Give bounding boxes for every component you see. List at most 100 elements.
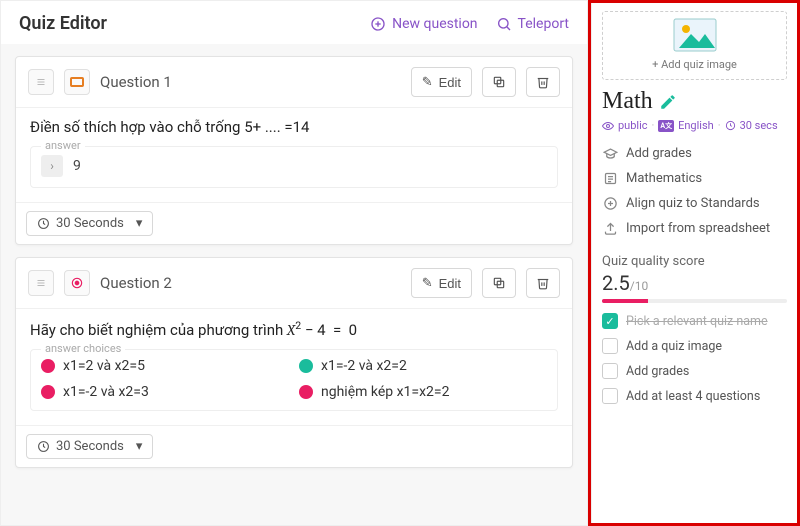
subject-button[interactable]: Mathematics: [602, 171, 787, 186]
main-panel: Quiz Editor New question Teleport Questi…: [0, 0, 588, 526]
timer-select[interactable]: 30 Seconds ▾: [26, 211, 153, 236]
choice-dot-icon: [299, 359, 313, 373]
clock-icon: [37, 440, 50, 453]
choice-text: nghiệm kép x1=x2=2: [321, 384, 449, 400]
trash-icon: [536, 276, 550, 290]
side-item-label: Import from spreadsheet: [626, 221, 770, 236]
edit-button[interactable]: ✎ Edit: [411, 268, 472, 298]
timer-row: 30 Seconds ▾: [16, 425, 572, 467]
choice-item: nghiệm kép x1=x2=2: [299, 384, 547, 400]
duplicate-button[interactable]: [482, 268, 516, 298]
choices-grid: x1=2 và x2=5 x1=-2 và x2=2 x1=-2 và x2=3…: [41, 358, 547, 400]
check-item: Add a quiz image: [602, 338, 787, 354]
question-card: Question 1 ✎ Edit Điền số thích hợp vào …: [15, 56, 573, 245]
eye-icon: [602, 120, 614, 132]
new-question-button[interactable]: New question: [370, 16, 477, 32]
choice-dot-icon: [41, 359, 55, 373]
timer-label: 30 Seconds: [56, 216, 124, 231]
side-item-label: Align quiz to Standards: [626, 196, 760, 211]
check-label: Add at least 4 questions: [626, 389, 760, 404]
question-card-header: Question 2 ✎ Edit: [16, 258, 572, 309]
answer-box: answer › 9: [30, 146, 558, 188]
drag-handle-icon[interactable]: [28, 270, 54, 296]
search-icon: [496, 16, 512, 32]
check-item: ✓ Pick a relevant quiz name: [602, 313, 787, 329]
choice-dot-icon: [299, 385, 313, 399]
list-icon: [602, 171, 618, 186]
meta-visibility[interactable]: public: [618, 119, 648, 132]
trash-icon: [536, 75, 550, 89]
add-quiz-image-label: + Add quiz image: [603, 58, 786, 71]
align-standards-button[interactable]: Align quiz to Standards: [602, 196, 787, 211]
answer-choices-box: answer choices x1=2 và x2=5 x1=-2 và x2=…: [30, 349, 558, 411]
plus-circle-icon: [370, 16, 386, 32]
duplicate-button[interactable]: [482, 67, 516, 97]
side-actions: Add grades Mathematics Align quiz to Sta…: [602, 146, 787, 236]
side-panel: + Add quiz image Math public · A文 Englis…: [588, 0, 800, 526]
edit-label: Edit: [439, 75, 461, 90]
checkbox-icon[interactable]: [602, 363, 618, 379]
choice-text: x1=-2 và x2=2: [321, 358, 407, 374]
timer-select[interactable]: 30 Seconds ▾: [26, 434, 153, 459]
meta-duration[interactable]: 30 secs: [740, 119, 778, 132]
check-label: Add a quiz image: [626, 339, 722, 354]
choice-text: x1=-2 và x2=3: [63, 384, 149, 400]
checkbox-icon[interactable]: [602, 388, 618, 404]
check-label: Add grades: [626, 364, 689, 379]
quality-score: 2.5/10: [602, 271, 787, 295]
question-title: Question 1: [100, 73, 401, 91]
teleport-label: Teleport: [518, 16, 569, 32]
choice-item: x1=2 và x2=5: [41, 358, 289, 374]
question-prompt: Hãy cho biết nghiệm của phương trình X2 …: [30, 319, 558, 339]
drag-handle-icon[interactable]: [28, 69, 54, 95]
upload-icon: [602, 221, 618, 236]
caret-down-icon: ▾: [136, 216, 143, 231]
quiz-meta: public · A文 English · 30 secs: [602, 119, 787, 132]
answer-legend: answer: [41, 139, 85, 152]
quality-bar-fill: [602, 299, 648, 303]
side-item-label: Add grades: [626, 146, 692, 161]
timer-label: 30 Seconds: [56, 439, 124, 454]
answer-row: › 9: [41, 155, 547, 177]
choices-legend: answer choices: [41, 342, 125, 355]
question-prompt: Điền số thích hợp vào chỗ trống 5+ .... …: [30, 118, 558, 136]
answer-value: 9: [73, 158, 81, 174]
delete-button[interactable]: [526, 268, 560, 298]
edit-quiz-name-button[interactable]: [659, 93, 677, 111]
choice-dot-icon: [41, 385, 55, 399]
quality-checklist: ✓ Pick a relevant quiz name Add a quiz i…: [602, 313, 787, 404]
question-type-fillblank-icon: [64, 69, 90, 95]
check-item: Add at least 4 questions: [602, 388, 787, 404]
quality-section: Quiz quality score 2.5/10 ✓ Pick a relev…: [602, 254, 787, 404]
chevron-right-icon[interactable]: ›: [41, 155, 63, 177]
language-icon: A文: [658, 120, 674, 132]
add-grades-button[interactable]: Add grades: [602, 146, 787, 161]
question-card: Question 2 ✎ Edit Hãy cho biết nghiệm củ…: [15, 257, 573, 468]
quality-label: Quiz quality score: [602, 254, 787, 269]
check-item: Add grades: [602, 363, 787, 379]
checkbox-checked-icon[interactable]: ✓: [602, 313, 618, 329]
choice-item: x1=-2 và x2=3: [41, 384, 289, 400]
add-quiz-image-button[interactable]: + Add quiz image: [602, 11, 787, 80]
plus-circle-icon: [602, 196, 618, 211]
side-item-label: Mathematics: [626, 171, 702, 186]
score-max: /10: [630, 279, 648, 293]
delete-button[interactable]: [526, 67, 560, 97]
question-type-mcq-icon: [64, 270, 90, 296]
choice-text: x1=2 và x2=5: [63, 358, 145, 374]
pencil-icon: ✎: [422, 74, 433, 90]
meta-language[interactable]: English: [678, 119, 714, 132]
image-placeholder-icon: [673, 18, 717, 52]
import-spreadsheet-button[interactable]: Import from spreadsheet: [602, 221, 787, 236]
timer-row: 30 Seconds ▾: [16, 202, 572, 244]
check-label: Pick a relevant quiz name: [626, 314, 768, 329]
choice-item: x1=-2 và x2=2: [299, 358, 547, 374]
graduation-cap-icon: [602, 146, 618, 161]
quiz-name-row: Math: [602, 88, 787, 115]
teleport-button[interactable]: Teleport: [496, 16, 569, 32]
checkbox-icon[interactable]: [602, 338, 618, 354]
edit-button[interactable]: ✎ Edit: [411, 67, 472, 97]
copy-icon: [492, 276, 506, 290]
quality-bar: [602, 299, 787, 303]
question-card-header: Question 1 ✎ Edit: [16, 57, 572, 108]
